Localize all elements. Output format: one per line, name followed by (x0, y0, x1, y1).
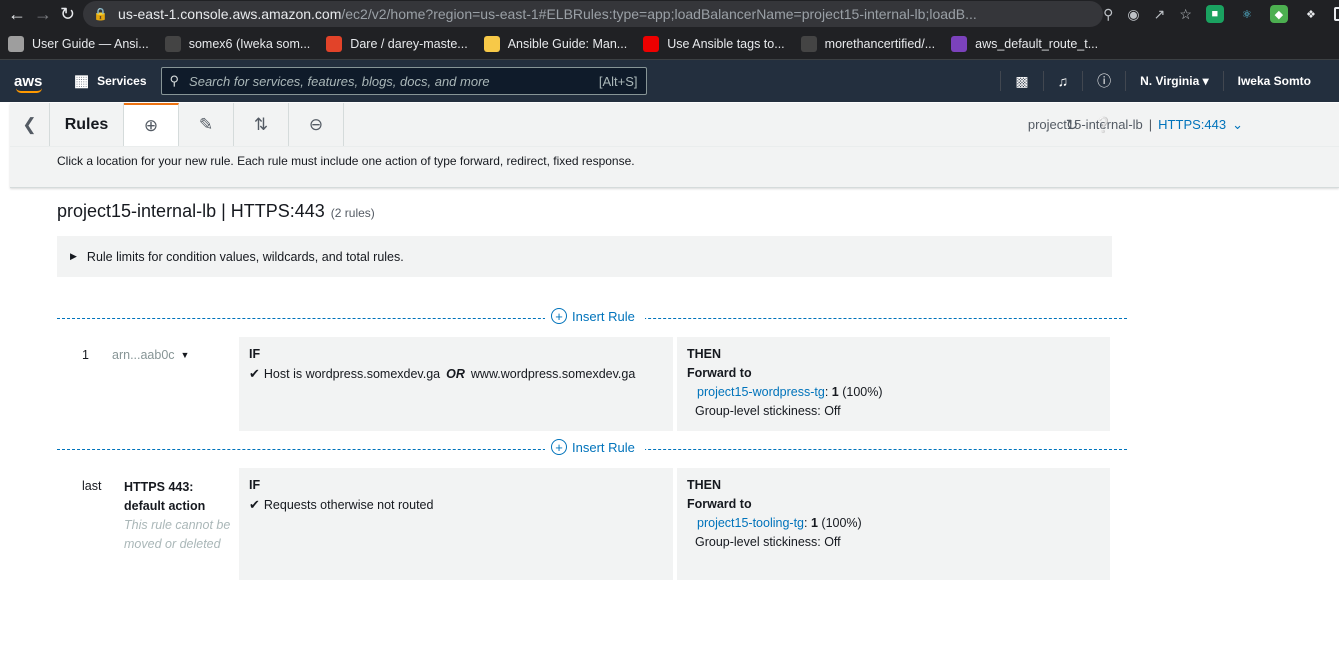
eye-off-icon[interactable]: ◉ (1127, 6, 1139, 23)
page-title: project15-internal-lb | HTTPS:443 (2 rule… (57, 201, 375, 221)
forward-arrow-icon[interactable]: → (34, 2, 52, 26)
rule-arn-dropdown[interactable]: arn...aab0c ▼ (112, 348, 189, 362)
condition: ✔ Host is wordpress.somexdev.ga OR www.w… (249, 366, 636, 381)
terraform-icon (951, 35, 968, 52)
bookmark-item[interactable]: morethancertified/... (800, 35, 935, 52)
insert-rule-row: + Insert Rule (57, 439, 1127, 459)
search-icon: ⚲ (169, 73, 180, 88)
browser-toolbar: ← → ↻ 🔒 us-east-1.console.aws.amazon.com… (0, 0, 1339, 28)
rule-actions: THEN Forward to project15-tooling-tg: 1 … (677, 468, 1110, 580)
rule-conditions: IF ✔ Requests otherwise not routed (239, 468, 673, 580)
region-selector[interactable]: N. Virginia ▾ (1125, 71, 1223, 91)
zoom-icon[interactable]: ⚲ (1103, 6, 1113, 23)
toolbar-hint: Click a location for your new rule. Each… (57, 154, 635, 168)
rule-conditions: IF ✔ Host is wordpress.somexdev.ga OR ww… (239, 337, 673, 431)
bell-icon[interactable]: ♫ (1042, 71, 1083, 91)
target-group-link[interactable]: project15-wordpress-tg (697, 385, 825, 399)
bookmark-item[interactable]: Ansible Guide: Man... (483, 35, 627, 52)
delete-rule-icon[interactable]: ⊖ (289, 103, 344, 146)
star-icon[interactable]: ☆ (1179, 6, 1192, 23)
rule-actions: THEN Forward to project15-wordpress-tg: … (677, 337, 1110, 431)
redhat-icon (643, 35, 660, 52)
lock-icon: 🔒 (93, 7, 109, 21)
bookmark-icon (8, 35, 24, 52)
account-menu[interactable]: Iweka Somto (1222, 71, 1325, 91)
insert-rule-button[interactable]: + Insert Rule (545, 308, 645, 324)
share-icon[interactable]: ↗ (1154, 6, 1166, 23)
extension-icon[interactable]: ■ (1205, 5, 1224, 23)
rule-number: last (82, 479, 102, 493)
services-menu[interactable]: ▦ Services (74, 71, 147, 91)
checkmark-icon: ✔ (249, 497, 260, 512)
reorder-icon[interactable]: ⇅ (234, 103, 289, 146)
react-icon[interactable]: ⚛ (1238, 5, 1256, 23)
target-group-link[interactable]: project15-tooling-tg (697, 516, 804, 530)
gitlab-icon (326, 35, 343, 52)
chevron-down-icon: ⌄ (1232, 116, 1243, 132)
plus-circle-icon: + (551, 439, 567, 455)
extension-icon[interactable]: ◆ (1269, 5, 1288, 23)
add-rule-icon[interactable]: ⊕ (124, 103, 179, 146)
caret-right-icon: ▶ (70, 251, 77, 261)
caret-down-icon: ▼ (180, 350, 190, 360)
aws-logo[interactable]: aws (14, 73, 50, 93)
help-icon[interactable]: ⓘ (1082, 71, 1125, 91)
lightbulb-icon (483, 35, 500, 52)
insert-rule-button[interactable]: + Insert Rule (545, 439, 645, 455)
grid-icon: ▦ (74, 73, 90, 90)
aws-console-nav: aws ▦ Services ⚲ Search for services, fe… (0, 60, 1339, 102)
bookmark-item[interactable]: Use Ansible tags to... (643, 35, 785, 52)
search-input[interactable]: ⚲ Search for services, features, blogs, … (160, 67, 647, 95)
url-path: /ec2/v2/home?region=us-east-1#ELBRules:t… (341, 6, 977, 22)
bookmark-item[interactable]: aws_default_route_t... (951, 35, 1098, 52)
edit-icon[interactable]: ✎ (179, 103, 234, 146)
address-bar[interactable]: 🔒 us-east-1.console.aws.amazon.com /ec2/… (83, 1, 1104, 27)
checkmark-icon: ✔ (249, 366, 260, 381)
condition: ✔ Requests otherwise not routed (249, 497, 434, 512)
rule-row: 1 arn...aab0c ▼ IF ✔ Host is wordpress.s… (57, 337, 1117, 431)
bookmark-item[interactable]: User Guide — Ansi... (8, 35, 149, 52)
target-group: project15-wordpress-tg: 1 (100%) (697, 385, 883, 399)
sidebar-icon[interactable] (1333, 7, 1339, 21)
cloudshell-icon[interactable]: ▩ (1000, 71, 1042, 91)
rule-limits-expander[interactable]: ▶ Rule limits for condition values, wild… (57, 236, 1112, 277)
bookmark-item[interactable]: somex6 (Iweka som... (164, 35, 310, 52)
rule-number: 1 (82, 348, 89, 362)
back-arrow-icon[interactable]: ← (8, 2, 26, 26)
rules-toolbar: ❮ Rules ⊕ ✎ ⇅ ⊖ project15-internal-lb | … (10, 103, 1339, 188)
github-icon (164, 35, 181, 52)
default-rule-label: HTTPS 443: default action This rule cann… (124, 480, 231, 551)
refresh-icon[interactable]: ↻ (1066, 116, 1079, 134)
target-group: project15-tooling-tg: 1 (100%) (697, 516, 862, 530)
help-circle-icon[interactable]: ❔ (1094, 116, 1113, 134)
github-icon (800, 35, 817, 52)
default-rule-row: last HTTPS 443: default action This rule… (57, 468, 1117, 580)
bookmarks-bar: User Guide — Ansi... somex6 (Iweka som..… (0, 28, 1339, 60)
bookmark-item[interactable]: Dare / darey-maste... (326, 35, 468, 52)
listener-selector[interactable]: project15-internal-lb | HTTPS:443 ⌄ (1028, 103, 1243, 146)
plus-circle-icon: + (551, 308, 567, 324)
puzzle-icon[interactable]: ❖ (1302, 5, 1320, 23)
url-host: us-east-1.console.aws.amazon.com (118, 6, 342, 22)
rules-title: Rules (50, 103, 124, 146)
insert-rule-row: + Insert Rule (57, 308, 1127, 328)
back-icon[interactable]: ❮ (10, 103, 50, 146)
reload-icon[interactable]: ↻ (60, 2, 75, 26)
